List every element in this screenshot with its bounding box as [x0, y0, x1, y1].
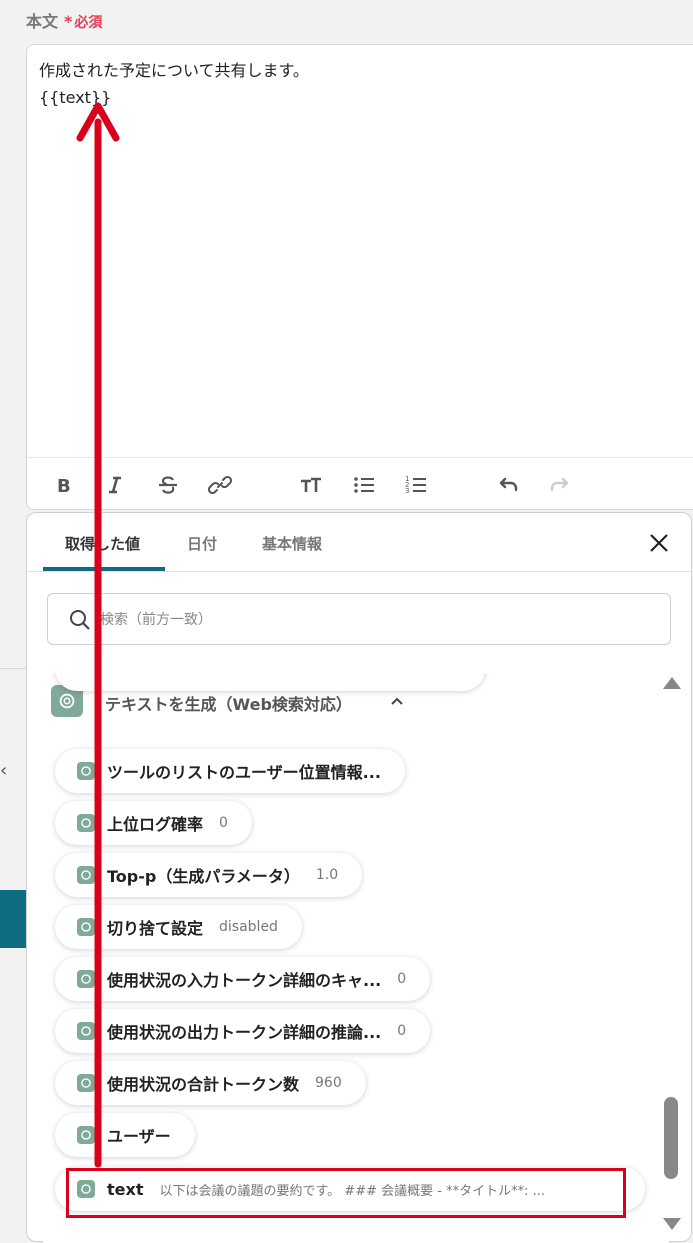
redo-icon[interactable] — [547, 472, 573, 498]
search-icon — [70, 610, 90, 630]
required-asterisk: * — [64, 12, 73, 31]
item-name: 上位ログ確率 — [107, 815, 204, 834]
chatgpt-icon — [77, 1074, 95, 1092]
bullet-list-icon[interactable] — [351, 472, 377, 498]
chatgpt-icon — [77, 814, 95, 832]
item-name: 使用状況の出力トークン詳細の推論... — [107, 1023, 382, 1042]
list-item[interactable]: 使用状況の入力トークン詳細のキャ... 0 — [55, 957, 431, 1001]
link-icon[interactable] — [207, 472, 233, 498]
list-item[interactable]: ツールのリストのユーザー位置情報... — [55, 749, 405, 793]
variable-picker-panel: 取得した値 日付 基本情報 テキストを生成（Web検索対応） ツールのリストのユ… — [26, 512, 692, 1243]
editor-line-1: 作成された予定について共有します。 — [39, 61, 309, 80]
background-chevron-icon: ‹ — [0, 760, 8, 781]
undo-icon[interactable] — [495, 472, 521, 498]
bold-icon[interactable]: B — [51, 472, 77, 498]
list-item-partial[interactable] — [55, 673, 485, 691]
list-item[interactable]: 上位ログ確率 0 — [55, 801, 252, 845]
item-value: 0 — [397, 971, 407, 987]
scroll-up-icon[interactable] — [663, 677, 681, 689]
background-button-edge — [0, 890, 28, 948]
chatgpt-icon — [77, 1022, 95, 1040]
group-title: テキストを生成（Web検索対応） — [105, 695, 352, 714]
list-item[interactable]: Top-p（生成パラメータ） 1.0 — [55, 853, 363, 897]
list-item[interactable]: 使用状況の合計トークン数 960 — [55, 1061, 366, 1105]
item-value: 1.0 — [315, 867, 339, 883]
item-name: ツールのリストのユーザー位置情報... — [107, 763, 381, 782]
background-divider — [0, 668, 28, 669]
chatgpt-icon — [77, 970, 95, 988]
item-name: 使用状況の入力トークン詳細のキャ... — [107, 971, 382, 990]
required-text: 必須 — [74, 15, 103, 31]
picker-tabs: 取得した値 日付 基本情報 — [27, 513, 691, 572]
chevron-up-icon[interactable] — [389, 693, 405, 709]
editor-line-2: {{text}} — [39, 88, 112, 107]
active-tab-indicator — [43, 567, 165, 571]
scroll-down-icon[interactable] — [663, 1218, 681, 1230]
list-item[interactable]: 使用状況の出力トークン詳細の推論... 0 — [55, 1009, 431, 1053]
close-icon[interactable] — [647, 531, 671, 555]
item-value: 0 — [397, 1023, 407, 1039]
field-label: 本文 * 必須 — [26, 8, 102, 32]
editor-toolbar: B 123 — [27, 457, 693, 512]
item-name: 使用状況の合計トークン数 — [107, 1075, 300, 1094]
chatgpt-icon — [77, 762, 95, 780]
body-editor[interactable]: 作成された予定について共有します。 {{text}} B 123 — [26, 44, 693, 510]
text-size-icon[interactable] — [298, 472, 324, 498]
svg-text:B: B — [57, 476, 71, 497]
list-item[interactable]: 切り捨て設定 disabled — [55, 905, 302, 949]
item-name: 切り捨て設定 — [107, 919, 204, 938]
annotation-highlight-box — [66, 1168, 626, 1218]
list-item[interactable]: ユーザー — [55, 1113, 195, 1157]
search-input[interactable] — [98, 606, 642, 634]
tab-retrieved-values[interactable]: 取得した値 — [65, 533, 140, 554]
svg-text:3: 3 — [405, 487, 409, 495]
item-value: 0 — [219, 815, 228, 831]
scrollbar[interactable] — [661, 673, 681, 1243]
values-list[interactable]: テキストを生成（Web検索対応） ツールのリストのユーザー位置情報... 上位ロ… — [43, 673, 669, 1243]
chatgpt-icon — [77, 918, 95, 936]
search-box — [47, 593, 671, 645]
chatgpt-icon — [77, 1126, 95, 1144]
item-value: 960 — [315, 1075, 342, 1091]
chatgpt-icon — [77, 866, 95, 884]
strikethrough-icon[interactable] — [155, 472, 181, 498]
scroll-thumb[interactable] — [664, 1097, 678, 1179]
item-value: disabled — [219, 919, 278, 935]
item-name: Top-p（生成パラメータ） — [107, 867, 300, 886]
tab-date[interactable]: 日付 — [187, 533, 217, 554]
italic-icon[interactable] — [102, 472, 128, 498]
editor-content[interactable]: 作成された予定について共有します。 {{text}} — [39, 57, 309, 111]
numbered-list-icon[interactable]: 123 — [403, 472, 429, 498]
tab-basic-info[interactable]: 基本情報 — [262, 533, 322, 554]
field-label-text: 本文 — [26, 12, 59, 31]
item-name: ユーザー — [107, 1127, 171, 1146]
